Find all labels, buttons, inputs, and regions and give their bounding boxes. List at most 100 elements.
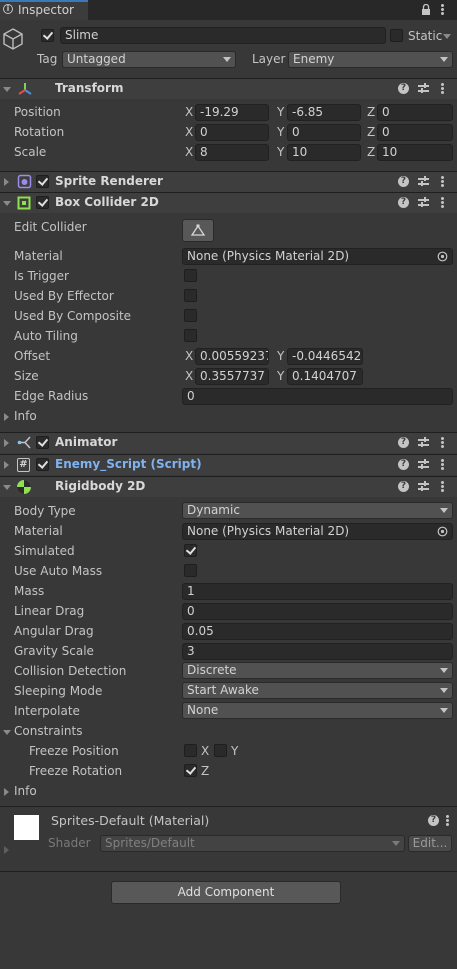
enemy-script-header[interactable]: # Enemy_Script (Script) ?	[0, 454, 457, 475]
simulated-checkbox[interactable]	[184, 544, 197, 557]
rigidbody-material-field[interactable]: None (Physics Material 2D)	[182, 523, 453, 540]
layer-dropdown[interactable]: Enemy	[288, 51, 453, 68]
used-by-composite-checkbox[interactable]	[184, 309, 197, 322]
edit-collider-button[interactable]	[182, 219, 214, 242]
object-active-checkbox[interactable]	[41, 29, 54, 42]
lock-icon[interactable]	[421, 4, 431, 15]
rigidbody-title: Rigidbody 2D	[55, 479, 146, 493]
freeze-rotation-z-checkbox[interactable]	[184, 764, 197, 777]
foldout-icon[interactable]	[3, 730, 11, 735]
is-trigger-checkbox[interactable]	[184, 269, 197, 282]
position-z-field[interactable]: 0	[377, 104, 453, 121]
component-menu-icon[interactable]	[441, 459, 444, 470]
rotation-y-field[interactable]: 0	[287, 124, 361, 141]
offset-y-field[interactable]: -0.0446542	[287, 348, 363, 365]
help-icon[interactable]: ?	[398, 481, 409, 492]
foldout-icon[interactable]	[4, 788, 9, 796]
shader-edit-button[interactable]: Edit...	[408, 835, 452, 852]
scale-y-field[interactable]: 10	[287, 144, 361, 161]
freeze-position-y-checkbox[interactable]	[214, 744, 227, 757]
tab-inspector[interactable]: i Inspector	[0, 0, 88, 20]
help-icon[interactable]: ?	[398, 83, 409, 94]
component-menu-icon[interactable]	[441, 176, 444, 187]
constraints-foldout[interactable]: Constraints	[14, 724, 82, 738]
component-menu-icon[interactable]	[441, 481, 444, 492]
sleeping-mode-dropdown[interactable]: Start Awake	[182, 682, 453, 699]
object-name-field[interactable]: Slime	[60, 27, 386, 44]
position-x-field[interactable]: -19.29	[195, 104, 269, 121]
tag-dropdown[interactable]: Untagged	[62, 51, 236, 68]
static-dropdown-icon[interactable]	[443, 34, 451, 39]
collider-info-foldout[interactable]: Info	[14, 409, 37, 423]
foldout-icon[interactable]	[4, 439, 9, 447]
used-by-effector-checkbox[interactable]	[184, 289, 197, 302]
presets-icon[interactable]	[418, 459, 429, 470]
sprite-renderer-header[interactable]: Sprite Renderer ?	[0, 171, 457, 192]
tag-value: Untagged	[67, 52, 126, 66]
presets-icon[interactable]	[418, 197, 429, 208]
gameobject-cube-icon	[3, 28, 23, 50]
linear-drag-field[interactable]: 0	[182, 603, 453, 620]
presets-icon[interactable]	[418, 176, 429, 187]
collision-detection-dropdown[interactable]: Discrete	[182, 662, 453, 679]
foldout-icon[interactable]	[3, 485, 11, 490]
object-picker-icon[interactable]	[437, 251, 448, 262]
use-auto-mass-label: Use Auto Mass	[14, 564, 103, 578]
foldout-icon[interactable]	[4, 178, 9, 186]
component-menu-icon[interactable]	[441, 197, 444, 208]
gravity-scale-field[interactable]: 3	[182, 643, 453, 660]
offset-x-field[interactable]: 0.00559237	[195, 348, 269, 365]
mass-field[interactable]: 1	[182, 583, 453, 600]
tab-menu-icon[interactable]	[441, 4, 444, 15]
box-collider-enabled-checkbox[interactable]	[36, 196, 49, 209]
shader-dropdown[interactable]: Sprites/Default	[100, 835, 405, 852]
component-menu-icon[interactable]	[441, 437, 444, 448]
sprite-renderer-icon	[17, 174, 32, 189]
collider-material-field[interactable]: None (Physics Material 2D)	[182, 248, 453, 265]
auto-tiling-checkbox[interactable]	[184, 329, 197, 342]
help-icon[interactable]: ?	[398, 176, 409, 187]
help-icon[interactable]: ?	[398, 459, 409, 470]
mass-label: Mass	[14, 584, 45, 598]
rotation-x-field[interactable]: 0	[195, 124, 269, 141]
foldout-icon[interactable]	[4, 413, 9, 421]
foldout-icon[interactable]	[3, 201, 11, 206]
foldout-icon[interactable]	[4, 461, 9, 469]
size-y-field[interactable]: 0.1404707	[287, 368, 363, 385]
position-y-field[interactable]: -6.85	[287, 104, 361, 121]
angular-drag-field[interactable]: 0.05	[182, 623, 453, 640]
object-picker-icon[interactable]	[437, 526, 448, 537]
size-x-field[interactable]: 0.3557737	[195, 368, 269, 385]
box-collider-header[interactable]: Box Collider 2D ?	[0, 192, 457, 213]
help-icon[interactable]: ?	[398, 197, 409, 208]
rigidbody-info-foldout[interactable]: Info	[14, 784, 37, 798]
body-type-dropdown[interactable]: Dynamic	[182, 502, 453, 519]
help-icon[interactable]: ?	[398, 437, 409, 448]
interpolate-dropdown[interactable]: None	[182, 702, 453, 719]
use-auto-mass-checkbox[interactable]	[184, 564, 197, 577]
static-checkbox[interactable]	[390, 29, 403, 42]
scale-z-field[interactable]: 10	[377, 144, 453, 161]
add-component-button[interactable]: Add Component	[111, 881, 341, 904]
presets-icon[interactable]	[418, 437, 429, 448]
presets-icon[interactable]	[418, 83, 429, 94]
rigidbody-header[interactable]: Rigidbody 2D ?	[0, 476, 457, 497]
enemy-script-enabled-checkbox[interactable]	[36, 458, 49, 471]
scale-x-field[interactable]: 8	[195, 144, 269, 161]
used-by-composite-label: Used By Composite	[14, 309, 132, 323]
sprite-renderer-enabled-checkbox[interactable]	[36, 175, 49, 188]
animator-header[interactable]: Animator ?	[0, 432, 457, 453]
component-menu-icon[interactable]	[441, 83, 444, 94]
edge-radius-field[interactable]: 0	[182, 388, 453, 405]
freeze-position-x-checkbox[interactable]	[184, 744, 197, 757]
transform-header[interactable]: Transform ?	[0, 78, 457, 99]
foldout-icon[interactable]	[3, 87, 11, 92]
foldout-icon[interactable]	[4, 846, 9, 854]
help-icon[interactable]: ?	[428, 815, 439, 826]
enemy-script-title[interactable]: Enemy_Script (Script)	[55, 457, 202, 471]
transform-icon	[18, 83, 32, 95]
presets-icon[interactable]	[418, 481, 429, 492]
material-menu-icon[interactable]	[446, 815, 449, 826]
rotation-z-field[interactable]: 0	[377, 124, 453, 141]
animator-enabled-checkbox[interactable]	[36, 436, 49, 449]
